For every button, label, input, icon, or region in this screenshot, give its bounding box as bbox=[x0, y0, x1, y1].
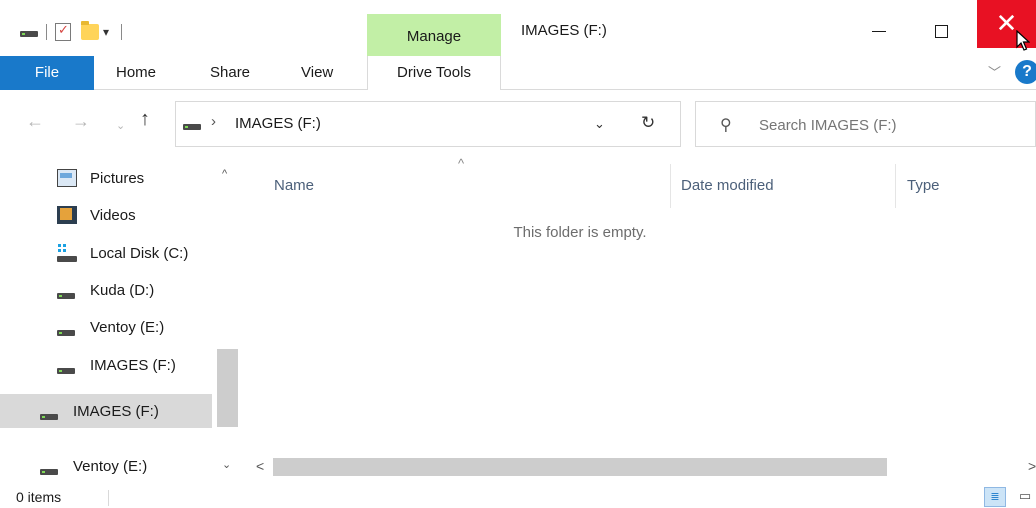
navigation-bar: ← → ⌄ ↑ › IMAGES (F:) ⌄ ↻ ⚲ bbox=[0, 90, 1036, 156]
help-icon[interactable]: ? bbox=[1015, 60, 1036, 84]
refresh-icon[interactable]: ↻ bbox=[641, 113, 655, 133]
search-box[interactable]: ⚲ bbox=[695, 101, 1036, 147]
expand-ribbon-chevron-icon[interactable]: ﹀ bbox=[988, 62, 1001, 81]
drive-icon bbox=[57, 356, 77, 374]
item-count: 0 items bbox=[16, 489, 62, 505]
forward-arrow-icon[interactable]: → bbox=[72, 109, 90, 133]
column-header-date-modified[interactable]: Date modified bbox=[681, 164, 774, 208]
scrollbar-thumb[interactable] bbox=[273, 458, 887, 476]
customize-qat-dropdown-icon[interactable]: ▾ bbox=[99, 24, 113, 40]
large-icons-view-icon[interactable]: ▭ bbox=[1014, 487, 1036, 507]
nav-item-videos[interactable]: Videos bbox=[0, 198, 136, 232]
properties-icon[interactable] bbox=[55, 22, 71, 41]
close-icon: ✕ bbox=[995, 9, 1018, 39]
horizontal-scrollbar[interactable]: < > bbox=[240, 456, 1036, 478]
status-bar: 0 items ≣ ▭ bbox=[0, 486, 1036, 508]
drive-icon bbox=[40, 457, 60, 475]
mouse-cursor-icon bbox=[1016, 30, 1030, 51]
breadcrumb-images-drive[interactable]: IMAGES (F:) bbox=[235, 115, 321, 132]
navigation-pane-scrollbar[interactable]: ^ ⌄ bbox=[215, 156, 240, 472]
maximize-icon bbox=[935, 24, 948, 38]
back-arrow-icon[interactable]: ← bbox=[26, 109, 44, 133]
pictures-icon bbox=[57, 169, 77, 187]
tab-drive-tools[interactable]: Drive Tools bbox=[367, 56, 501, 90]
qat-separator bbox=[121, 24, 122, 40]
nav-item-label: Kuda (D:) bbox=[90, 281, 155, 299]
address-bar[interactable]: › IMAGES (F:) ⌄ ↻ bbox=[175, 101, 681, 147]
nav-item-label: Pictures bbox=[90, 169, 145, 187]
drive-icon[interactable] bbox=[20, 27, 38, 37]
new-folder-icon[interactable] bbox=[81, 21, 99, 40]
breadcrumb-separator-icon[interactable]: › bbox=[211, 113, 216, 130]
tab-share[interactable]: Share bbox=[210, 56, 250, 90]
nav-item-label: Videos bbox=[90, 206, 136, 224]
nav-item-ventoy-e[interactable]: Ventoy (E:) bbox=[0, 310, 164, 344]
navigation-pane: Pictures Videos Local Disk (C:) Kuda (D:… bbox=[0, 156, 240, 486]
nav-item-label: Local Disk (C:) bbox=[90, 244, 189, 262]
nav-item-label: IMAGES (F:) bbox=[90, 356, 176, 374]
minimize-button[interactable] bbox=[849, 0, 908, 62]
recent-locations-chevron-icon[interactable]: ⌄ bbox=[116, 114, 125, 138]
nav-item-local-disk-c[interactable]: Local Disk (C:) bbox=[0, 236, 188, 270]
local-disk-icon bbox=[57, 244, 77, 262]
file-list-pane: ^ Name Date modified Type This folder is… bbox=[240, 156, 1036, 486]
videos-icon bbox=[57, 206, 77, 224]
column-divider[interactable] bbox=[670, 164, 671, 208]
drive-icon bbox=[57, 318, 77, 336]
nav-item-images-f-selected[interactable]: IMAGES (F:) bbox=[0, 394, 212, 428]
quick-access-toolbar: ▾ bbox=[20, 21, 130, 42]
qat-separator bbox=[46, 24, 47, 40]
column-header-type[interactable]: Type bbox=[907, 164, 940, 208]
scroll-right-icon[interactable]: > bbox=[1028, 458, 1036, 474]
address-dropdown-icon[interactable]: ⌄ bbox=[594, 116, 605, 132]
title-bar: ▾ Manage IMAGES (F:) ✕ bbox=[0, 0, 1036, 62]
status-separator bbox=[108, 490, 109, 506]
up-arrow-icon[interactable]: ↑ bbox=[140, 107, 150, 131]
scroll-down-icon[interactable]: ⌄ bbox=[222, 458, 231, 471]
maximize-button[interactable] bbox=[912, 0, 971, 62]
window-title: IMAGES (F:) bbox=[521, 22, 607, 39]
nav-item-pictures[interactable]: Pictures bbox=[0, 161, 144, 195]
manage-context-group: Manage bbox=[367, 14, 501, 56]
column-header-name[interactable]: Name bbox=[274, 164, 314, 208]
drive-icon bbox=[183, 120, 201, 130]
search-icon: ⚲ bbox=[720, 117, 732, 134]
nav-item-label: IMAGES (F:) bbox=[73, 402, 159, 420]
scroll-up-icon[interactable]: ^ bbox=[222, 168, 227, 180]
sort-ascending-icon: ^ bbox=[458, 156, 465, 171]
drive-icon bbox=[40, 402, 60, 420]
nav-item-label: Ventoy (E:) bbox=[73, 457, 148, 475]
minimize-icon bbox=[871, 30, 886, 32]
drive-icon bbox=[57, 281, 77, 299]
details-view-icon[interactable]: ≣ bbox=[984, 487, 1006, 507]
empty-folder-message: This folder is empty. bbox=[513, 224, 647, 241]
scrollbar-thumb[interactable] bbox=[217, 349, 238, 427]
ribbon-tabs: File Home Share View Drive Tools ﹀ ? bbox=[0, 56, 1036, 90]
tab-home[interactable]: Home bbox=[116, 56, 156, 90]
tab-view[interactable]: View bbox=[301, 56, 333, 90]
search-input[interactable] bbox=[759, 114, 1029, 136]
nav-item-images-f[interactable]: IMAGES (F:) bbox=[0, 348, 176, 382]
nav-item-kuda-d[interactable]: Kuda (D:) bbox=[0, 273, 154, 307]
nav-item-ventoy-e-removable[interactable]: Ventoy (E:) bbox=[0, 449, 147, 483]
tab-file[interactable]: File bbox=[0, 56, 94, 90]
nav-item-label: Ventoy (E:) bbox=[90, 318, 165, 336]
column-divider[interactable] bbox=[895, 164, 896, 208]
manage-label: Manage bbox=[406, 28, 462, 45]
scroll-left-icon[interactable]: < bbox=[256, 458, 264, 474]
